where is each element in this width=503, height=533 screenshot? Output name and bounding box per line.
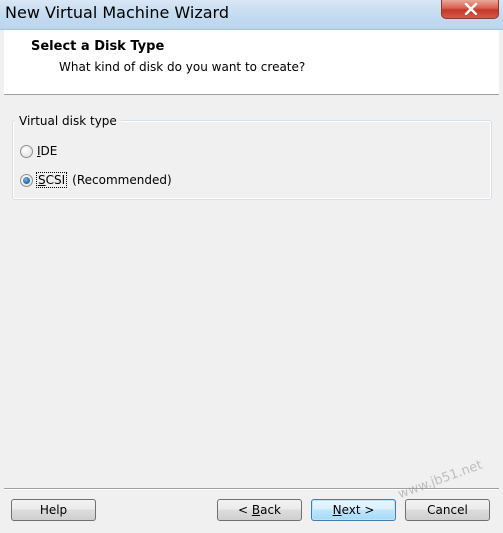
window-title: New Virtual Machine Wizard [5,3,229,22]
help-button[interactable]: Help [11,499,96,521]
group-legend: Virtual disk type [15,114,121,128]
page-title: Select a Disk Type [31,39,165,54]
title-bar[interactable]: New Virtual Machine Wizard [0,0,503,30]
wizard-body: Virtual disk type IDE SCSI (Recommended) [4,95,499,487]
back-button[interactable]: < Back [217,499,302,521]
radio-label-ide: IDE [37,144,58,158]
wizard-header: Select a Disk Type What kind of disk do … [4,30,499,95]
radio-label-scsi: SCSI [35,172,68,188]
recommended-note: (Recommended) [72,173,172,187]
close-button[interactable] [441,0,499,19]
page-subtitle: What kind of disk do you want to create? [59,60,306,74]
wizard-window: New Virtual Machine Wizard Select a Disk… [0,0,503,533]
radio-option-scsi[interactable]: SCSI (Recommended) [20,171,172,189]
radio-unchecked-icon[interactable] [20,144,33,158]
radio-option-ide[interactable]: IDE [20,142,57,160]
footer-divider [4,488,499,490]
close-icon [464,3,478,15]
cancel-button[interactable]: Cancel [405,499,490,521]
radio-checked-icon[interactable] [20,173,33,187]
next-button[interactable]: Next > [311,499,396,521]
